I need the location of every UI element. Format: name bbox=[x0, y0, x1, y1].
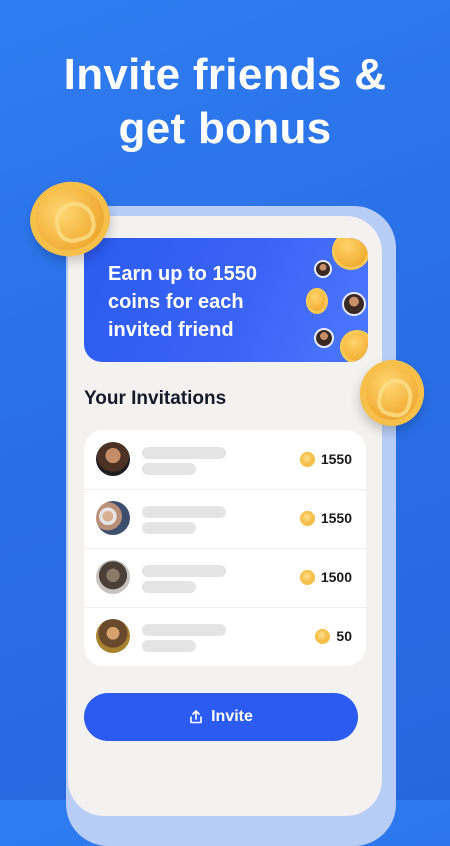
coin-amount: 1550 bbox=[320, 510, 352, 526]
coin-reward: 1550 bbox=[299, 509, 352, 527]
subtitle-placeholder bbox=[142, 640, 196, 652]
coin-icon bbox=[315, 628, 331, 644]
headline-line-2: get bonus bbox=[118, 104, 332, 153]
subtitle-placeholder bbox=[142, 463, 196, 475]
coin-amount: 1550 bbox=[320, 451, 352, 467]
coin-icon bbox=[299, 510, 315, 526]
subtitle-placeholder bbox=[142, 522, 196, 534]
headline-line-1: Invite friends & bbox=[63, 50, 387, 99]
invitations-list: 1550 1550 1500 50 bbox=[84, 430, 366, 666]
avatar-icon bbox=[342, 292, 366, 316]
invitations-title: Your Invitations bbox=[84, 388, 227, 409]
name-placeholder bbox=[142, 506, 226, 518]
share-icon bbox=[190, 710, 202, 724]
coin-icon bbox=[340, 330, 368, 362]
name-placeholder bbox=[142, 447, 226, 459]
list-item: 50 bbox=[84, 607, 366, 666]
referral-banner: Earn up to 1550 coins for each invited f… bbox=[84, 238, 368, 362]
coin-reward: 1550 bbox=[299, 450, 352, 468]
list-item: 1550 bbox=[84, 430, 366, 490]
phone-screen: Earn up to 1550 coins for each invited f… bbox=[68, 216, 382, 816]
list-item: 1550 bbox=[84, 489, 366, 549]
coin-reward: 50 bbox=[315, 627, 352, 645]
headline: Invite friends & get bonus bbox=[0, 48, 450, 156]
coin-icon bbox=[299, 451, 315, 467]
name-placeholder bbox=[142, 565, 226, 577]
avatar bbox=[96, 442, 130, 476]
name-placeholder bbox=[142, 624, 226, 636]
coin-icon bbox=[299, 569, 315, 585]
subtitle-placeholder bbox=[142, 581, 196, 593]
avatar bbox=[96, 560, 130, 594]
avatar bbox=[96, 501, 130, 535]
avatar-icon bbox=[314, 260, 332, 278]
coin-icon bbox=[306, 288, 328, 314]
invite-button-label: Invite bbox=[211, 708, 253, 725]
avatar bbox=[96, 619, 130, 653]
coin-amount: 1500 bbox=[320, 569, 352, 585]
list-item: 1500 bbox=[84, 548, 366, 608]
coin-icon bbox=[332, 238, 368, 270]
banner-text: Earn up to 1550 coins for each invited f… bbox=[108, 263, 257, 341]
invite-button[interactable]: Invite bbox=[84, 693, 358, 741]
avatar-icon bbox=[314, 328, 334, 348]
coin-amount: 50 bbox=[336, 628, 352, 644]
coin-reward: 1500 bbox=[299, 568, 352, 586]
